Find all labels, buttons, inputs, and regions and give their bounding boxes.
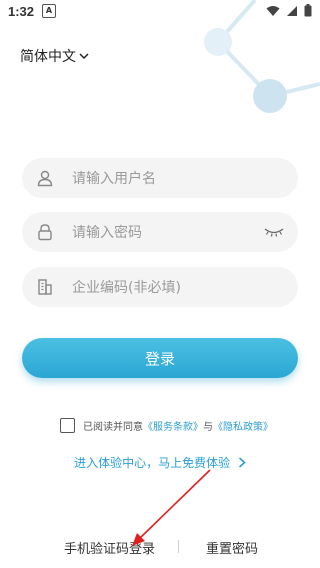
- agreement-prefix: 已阅读并同意: [83, 422, 143, 433]
- language-selector[interactable]: 简体中文: [20, 46, 89, 66]
- building-icon: [38, 279, 52, 295]
- reset-password-link[interactable]: 重置密码: [206, 538, 258, 557]
- user-icon: [37, 170, 53, 187]
- eye-closed-icon[interactable]: [264, 226, 284, 238]
- agreement-row: 已阅读并同意 《服务条款》 与 《隐私政策》: [60, 418, 273, 433]
- bottom-divider: [178, 540, 179, 553]
- molecule-decoration-icon: [204, 0, 320, 113]
- agreement-checkbox[interactable]: [60, 418, 75, 433]
- lock-icon: [38, 224, 52, 241]
- username-field[interactable]: [22, 158, 298, 200]
- experience-center-link[interactable]: 进入体验中心，马上免费体验: [0, 454, 320, 471]
- notification-icon: A: [42, 4, 57, 18]
- privacy-link[interactable]: 《隐私政策》: [213, 418, 273, 433]
- company-code-input[interactable]: [70, 267, 274, 309]
- status-time: 1:32: [8, 3, 35, 19]
- language-label: 简体中文: [20, 49, 76, 65]
- terms-link[interactable]: 《服务条款》: [143, 418, 203, 433]
- experience-center-label: 进入体验中心，马上免费体验: [74, 456, 231, 470]
- sms-login-link[interactable]: 手机验证码登录: [64, 538, 155, 557]
- password-field[interactable]: [22, 212, 298, 254]
- company-code-field[interactable]: [22, 267, 298, 309]
- login-button[interactable]: 登录: [22, 338, 298, 378]
- agreement-conjunction: 与: [203, 422, 213, 433]
- username-input[interactable]: [70, 158, 274, 200]
- password-input[interactable]: [70, 212, 274, 254]
- chevron-down-icon: [79, 52, 89, 59]
- bottom-links: 手机验证码登录 重置密码: [0, 538, 320, 557]
- chevron-right-icon: [238, 457, 246, 468]
